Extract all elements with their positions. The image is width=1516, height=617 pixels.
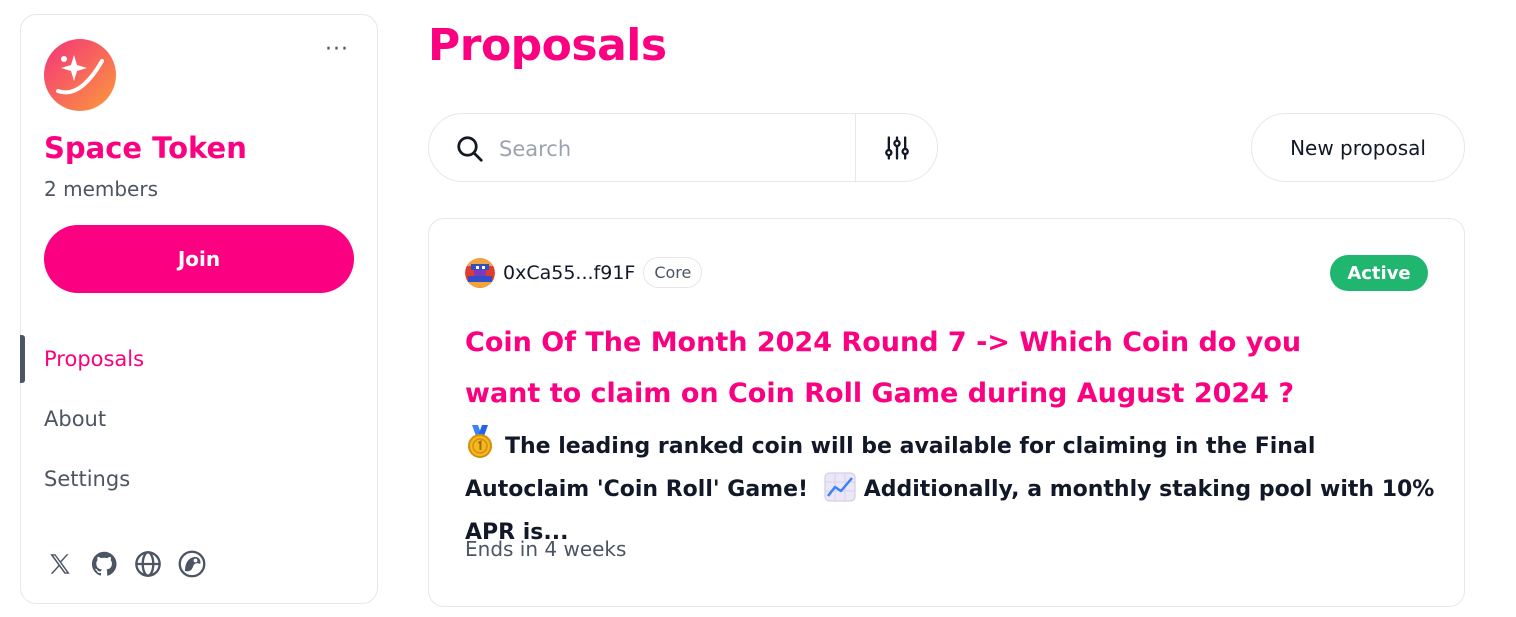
new-proposal-button[interactable]: New proposal [1251,113,1465,182]
medal-icon [468,425,492,458]
filter-button[interactable] [856,114,938,181]
proposal-card[interactable]: 0xCa55...f91F Core Active Coin Of The Mo… [428,218,1465,607]
nav-item-about[interactable]: About [44,407,106,431]
chart-increasing-icon [824,472,856,502]
space-token-logo[interactable] [44,39,116,111]
join-button[interactable]: Join [44,225,354,293]
search-icon [457,136,483,162]
members-count: 2 members [44,177,158,201]
page-title: Proposals [428,20,667,71]
author-address[interactable]: 0xCa55...f91F [503,262,635,284]
space-sidebar: ··· Space Token 2 members Join Proposals… [20,14,378,604]
more-options-button[interactable]: ··· [325,39,349,61]
coingecko-icon[interactable] [177,549,207,579]
proposal-end-time: Ends in 4 weeks [465,537,627,561]
space-name: Space Token [44,131,247,165]
search-input[interactable] [497,128,851,170]
search-bar [428,113,938,182]
nav-item-proposals[interactable]: Proposals [44,347,144,371]
status-badge: Active [1330,255,1428,291]
globe-icon[interactable] [133,549,163,579]
x-icon[interactable] [45,549,75,579]
proposal-title[interactable]: Coin Of The Month 2024 Round 7 -> Which … [465,317,1335,419]
nav-active-indicator [20,335,25,383]
social-links [45,549,207,579]
author-avatar[interactable] [465,257,495,288]
github-icon[interactable] [89,549,119,579]
proposal-body[interactable]: The leading ranked coin will be availabl… [465,425,1435,554]
filter-sliders-icon [885,135,909,160]
nav-item-settings[interactable]: Settings [44,467,130,491]
proposal-author: 0xCa55...f91F Core [465,257,703,288]
core-badge: Core [643,257,703,288]
